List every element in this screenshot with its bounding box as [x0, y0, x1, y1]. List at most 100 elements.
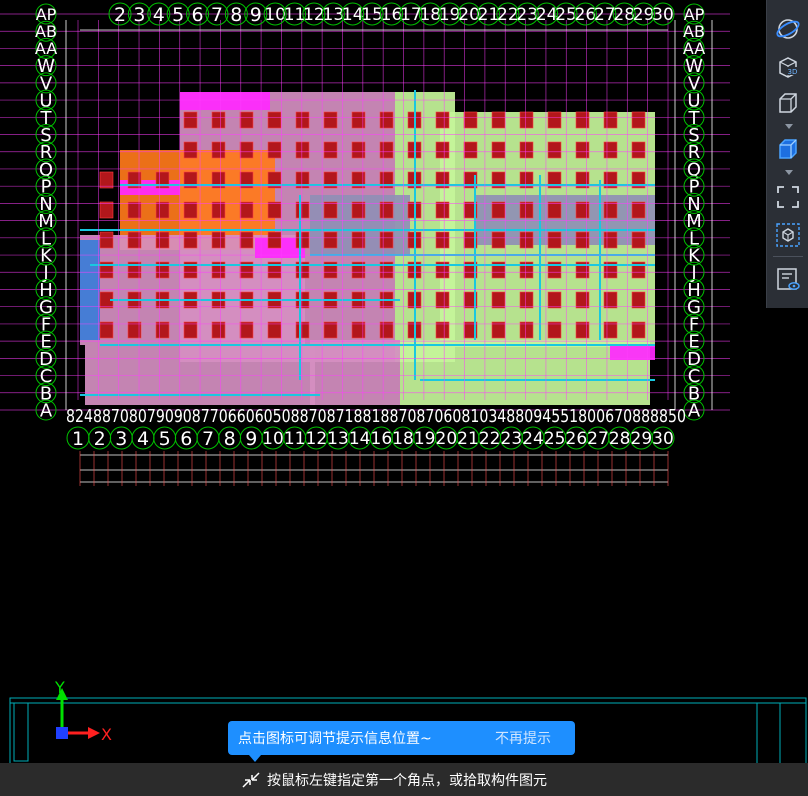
grid-label: 3 [115, 428, 127, 450]
ucs-axis-icon: Y X [54, 678, 112, 744]
component-view-button[interactable] [771, 218, 805, 252]
structural-column [323, 231, 338, 249]
fit-view-button[interactable] [771, 180, 805, 214]
structural-column [323, 321, 338, 339]
tip-bubble[interactable]: 点击图标可调节提示信息位置~ 不再提示 [228, 721, 575, 755]
structural-column [295, 111, 310, 129]
grid-label: 14 [342, 5, 364, 25]
grid-label: 2 [94, 428, 106, 450]
cube-view-button[interactable] [771, 132, 805, 166]
orbit-button[interactable] [771, 12, 805, 46]
grid-label: 7 [202, 428, 214, 450]
box-view-icon [779, 93, 797, 113]
structural-column [295, 201, 310, 219]
grid-label: 28 [613, 5, 635, 25]
command-prompt: 按鼠标左键指定第一个角点，或拾取构件图元 [267, 772, 547, 789]
axis-x-label: X [101, 725, 112, 744]
grid-label: 4 [153, 4, 165, 26]
structural-column [603, 291, 618, 309]
structural-column [99, 201, 114, 219]
structural-column [575, 321, 590, 339]
grid-label: 30 [652, 429, 674, 449]
display-settings-button[interactable] [771, 262, 805, 296]
structural-column [183, 201, 198, 219]
structural-column [547, 321, 562, 339]
grid-label: 22 [479, 429, 501, 449]
grid-label: 26 [566, 429, 588, 449]
grid-label: 1 [72, 428, 84, 450]
grid-label: 12 [306, 429, 328, 449]
structural-column [379, 201, 394, 219]
structural-column [603, 141, 618, 159]
dont-show-again-link[interactable]: 不再提示 [495, 728, 551, 748]
grid-label: 27 [594, 5, 616, 25]
structural-column [519, 291, 534, 309]
structural-column [575, 201, 590, 219]
structural-column [547, 201, 562, 219]
structural-column [295, 141, 310, 159]
box-view-dropdown-icon[interactable] [785, 124, 793, 129]
cad-drawing-canvas[interactable]: 2 3 4 5 6 7 8 9 10111213141516171819202122232425… [0, 0, 808, 796]
structural-column [183, 231, 198, 249]
structural-column [155, 201, 170, 219]
structural-column [239, 201, 254, 219]
structural-column [295, 231, 310, 249]
structural-column [547, 231, 562, 249]
structural-column [603, 111, 618, 129]
grid-label: 21 [457, 429, 479, 449]
structural-column [491, 321, 506, 339]
structural-column [267, 321, 282, 339]
structural-column [603, 201, 618, 219]
command-status-bar: 按鼠标左键指定第一个角点，或拾取构件图元 [0, 763, 808, 796]
cube-view-dropdown-icon[interactable] [785, 170, 793, 175]
grid-label: 10 [264, 5, 286, 25]
structural-column [435, 321, 450, 339]
box-view-button[interactable] [771, 86, 805, 120]
toolbar-separator [773, 256, 803, 257]
structural-column [267, 111, 282, 129]
grid-label: 25 [544, 429, 566, 449]
view-3d-icon: 3D [779, 57, 798, 78]
grid-label: 23 [501, 429, 523, 449]
grid-label: 24 [522, 429, 544, 449]
structural-column [211, 231, 226, 249]
structural-column [575, 141, 590, 159]
structural-column [183, 141, 198, 159]
grid-label: 29 [633, 5, 655, 25]
structural-column [267, 201, 282, 219]
structural-column [575, 111, 590, 129]
structural-column [519, 321, 534, 339]
grid-label: 29 [631, 429, 653, 449]
grid-label: A [40, 400, 53, 421]
structural-column [603, 321, 618, 339]
grid-label: 8 [230, 4, 242, 26]
grid-label: 30 [652, 5, 674, 25]
grid-label: 2 [114, 4, 126, 26]
structural-column [631, 141, 646, 159]
structural-column [323, 201, 338, 219]
tip-arrow-icon [249, 755, 261, 762]
grid-label: 27 [587, 429, 609, 449]
tip-message: 点击图标可调节提示信息位置~ [238, 731, 432, 747]
grid-label: 7 [211, 4, 223, 26]
structural-column [183, 321, 198, 339]
structural-column [267, 141, 282, 159]
view-3d-button[interactable]: 3D [771, 50, 805, 84]
grid-label: 21 [478, 5, 500, 25]
structural-column [295, 321, 310, 339]
plan-zone [310, 340, 400, 405]
structural-column [379, 231, 394, 249]
grid-label: 24 [536, 5, 558, 25]
axis-y-label: Y [54, 678, 65, 697]
grid-label: 23 [516, 5, 538, 25]
grid-label: 22 [497, 5, 519, 25]
collapse-arrows-icon[interactable] [241, 771, 261, 789]
structural-column [99, 171, 114, 189]
grid-label: 6 [180, 428, 192, 450]
structural-column [575, 291, 590, 309]
structural-column [211, 201, 226, 219]
grid-label: 9 [245, 428, 257, 450]
grid-label: 19 [439, 5, 461, 25]
grid-label: 14 [349, 429, 371, 449]
structural-column [239, 111, 254, 129]
